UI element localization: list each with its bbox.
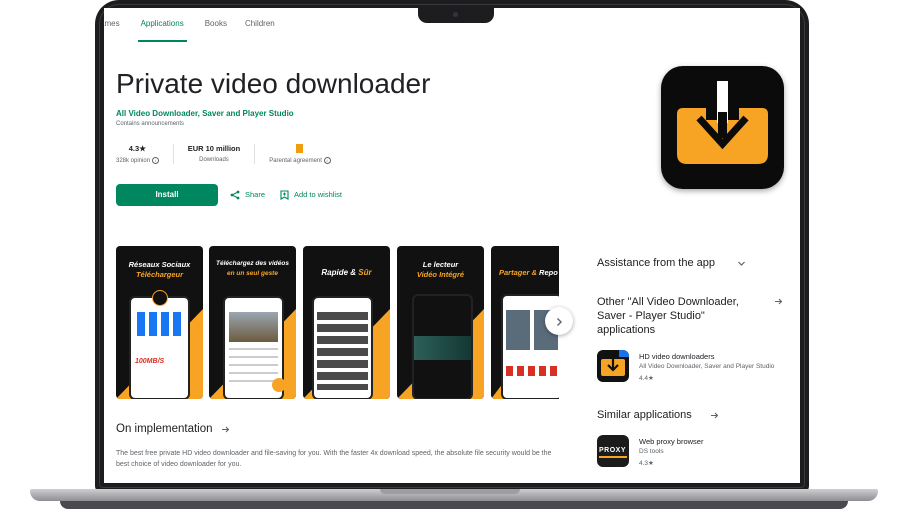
speed-badge: 100MB/S (135, 358, 165, 365)
file-list (317, 312, 368, 390)
wishlist-label: Add to wishlist (294, 190, 342, 199)
camera-icon (453, 12, 458, 17)
about-heading-row[interactable]: On implementation (116, 423, 230, 435)
video-player (414, 336, 471, 360)
other-app-dev: All Video Downloader, Saver and Player S… (639, 363, 775, 370)
video-thumb (229, 312, 278, 342)
screenshot-1[interactable]: Réseaux Sociaux Téléchargeur 100MB/S (116, 246, 203, 399)
developer-link[interactable]: All Video Downloader, Saver and Player S… (116, 109, 294, 118)
other-apps-heading[interactable]: Other "All Video Downloader, Saver - Pla… (597, 295, 757, 337)
downloads-label: Downloads (199, 157, 229, 163)
content-rating-icon (296, 144, 304, 153)
ads-note: Contains announcements (116, 121, 185, 127)
screenshot-caption: Rapide & (321, 268, 357, 277)
screenshot-caption: Partager & (499, 268, 537, 277)
info-icon: i (151, 157, 159, 164)
other-app-name[interactable]: HD video downloaders (639, 352, 714, 361)
tab-children[interactable]: Children (245, 8, 275, 42)
screenshot-caption-row: Partager & Repo (499, 268, 558, 277)
similar-heading[interactable]: Similar applications (597, 409, 692, 421)
browser-screen: ames Applications Books Children Private… (104, 8, 800, 483)
laptop-foot (60, 501, 848, 509)
screenshot-4[interactable]: Le lecteur Vidéo Intégré (397, 246, 484, 399)
app-icon (661, 66, 784, 189)
screenshot-2[interactable]: Téléchargez des vidéos en un seul geste (209, 246, 296, 399)
chevron-down-icon[interactable] (737, 259, 746, 268)
similar-app-name[interactable]: Web proxy browser (639, 437, 703, 446)
hd-badge (619, 350, 629, 357)
screenshots-next-button[interactable] (545, 307, 573, 335)
parental-label: Parental agreement (269, 158, 322, 165)
phone-mockup (312, 296, 373, 399)
downloads-value: EUR 10 million (187, 144, 241, 153)
rating-label: 328k opinion (116, 158, 151, 165)
share-label: Share (245, 190, 266, 199)
rating-stat[interactable]: 4.3★ 328k opinion i (116, 144, 173, 164)
rating-value: 4.3★ (128, 144, 146, 153)
assistance-heading[interactable]: Assistance from the app (597, 257, 715, 269)
other-app-rating: 4.4★ (639, 375, 654, 382)
app-title: Private video downloader (116, 68, 431, 99)
tab-books[interactable]: Books (205, 8, 227, 42)
app-stats: 4.3★ 328k opinion i EUR 10 million Downl… (116, 144, 345, 165)
similar-app-dev: DS tools (639, 448, 664, 455)
category-tabs: ames Applications Books Children (104, 8, 293, 42)
about-heading: On implementation (116, 423, 213, 435)
screenshot-caption: Téléchargez des vidéos (216, 260, 289, 267)
laptop-groove (380, 489, 520, 494)
phone-mockup (412, 294, 473, 399)
screenshot-caption: Repo (539, 268, 558, 277)
list-lines (229, 348, 278, 388)
proxy-logo: PROXY (599, 447, 627, 454)
arrow-right-icon[interactable] (774, 297, 783, 306)
share-targets (506, 366, 558, 376)
proxy-bar (599, 456, 627, 458)
tab-applications[interactable]: Applications (137, 8, 187, 42)
install-button[interactable]: Install (116, 184, 218, 206)
tab-games[interactable]: ames (104, 8, 120, 42)
info-icon: i (323, 157, 331, 164)
screenshot-caption-row: Rapide & Sûr (303, 268, 390, 277)
similar-app-rating: 4.3★ (639, 460, 654, 467)
screenshot-caption: Le lecteur (422, 260, 459, 269)
about-text: The best free private HD video downloade… (116, 450, 552, 468)
downloads-stat: EUR 10 million Downloads (172, 144, 255, 165)
share-icon (230, 190, 240, 200)
app-badge-icon (152, 290, 168, 306)
screenshot-caption: Sûr (358, 268, 372, 277)
share-button[interactable]: Share (230, 184, 265, 206)
phone-mockup: 100MB/S (129, 296, 190, 399)
screenshot-caption: Vidéo Intégré (416, 270, 465, 279)
hd-downloader-app-icon[interactable] (597, 350, 629, 382)
arrow-right-icon (221, 426, 229, 432)
screenshot-3[interactable]: Rapide & Sûr (303, 246, 390, 399)
chevron-right-icon (557, 317, 562, 326)
wishlist-button[interactable]: Add to wishlist (280, 184, 342, 206)
screenshot-caption: Téléchargeur (135, 270, 184, 279)
download-icon (677, 81, 768, 164)
download-fab-icon (272, 378, 286, 392)
parental-stat[interactable]: Parental agreement i (254, 144, 344, 165)
screenshot-caption: Réseaux Sociaux (128, 260, 191, 269)
arrow-right-icon[interactable] (710, 411, 719, 420)
screenshot-caption: en un seul geste (227, 270, 278, 277)
grid-icons (137, 312, 182, 336)
bookmark-add-icon (280, 190, 289, 200)
camera-notch (418, 8, 494, 23)
proxy-app-icon[interactable]: PROXY (597, 435, 629, 467)
